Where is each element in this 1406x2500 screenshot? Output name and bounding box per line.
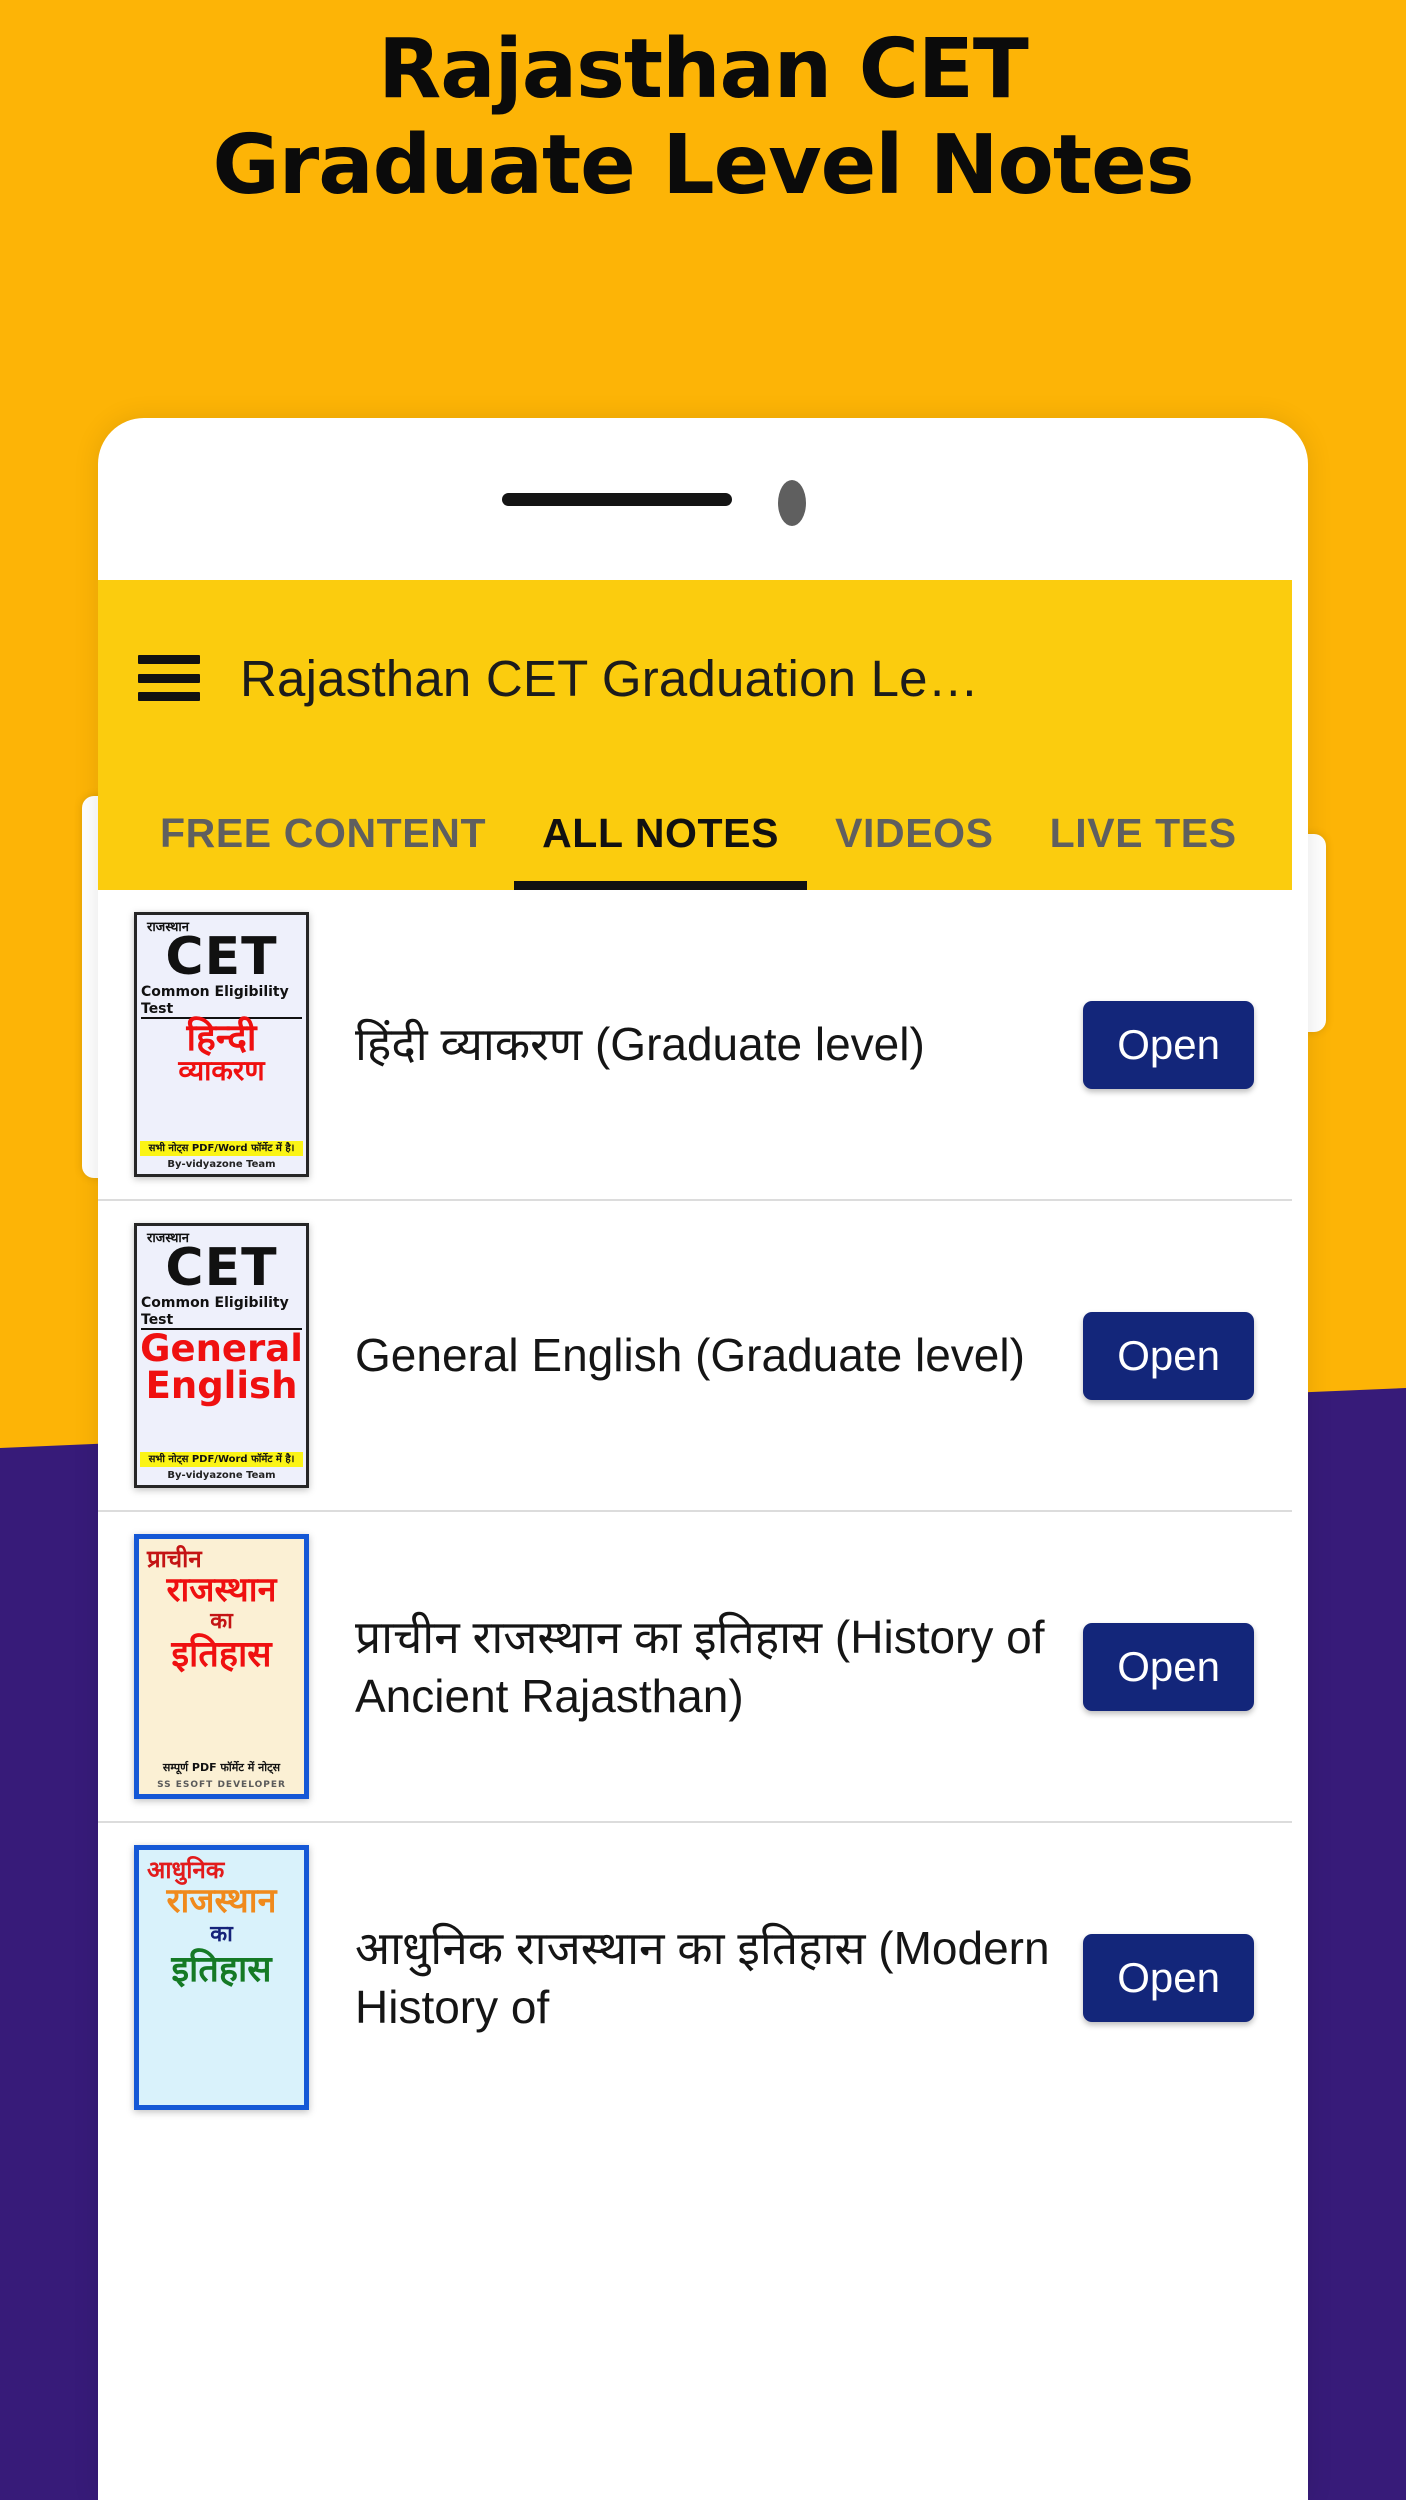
promo-heading: Rajasthan CET Graduate Level Notes: [0, 22, 1406, 214]
note-thumbnail: प्राचीन राजस्थान का इतिहास सम्पूर्ण PDF …: [134, 1534, 309, 1799]
notes-list: राजस्थान CET Common Eligibility Test हिन…: [98, 890, 1292, 2132]
app-bar: Rajasthan CET Graduation Le…: [98, 580, 1292, 776]
thumb-line-3: का: [210, 1609, 233, 1634]
thumb-line-2: राजस्थान: [166, 1570, 277, 1610]
tab-live-test[interactable]: LIVE TES: [1022, 776, 1265, 890]
open-button[interactable]: Open: [1083, 1933, 1254, 2022]
hamburger-menu-icon[interactable]: [138, 655, 200, 701]
thumb-red-line-2: व्याकरण: [178, 1054, 265, 1088]
thumb-credit: By-vidyazone Team: [167, 1470, 276, 1481]
thumb-line-3: का: [210, 1922, 233, 1947]
thumb-line-4: इतिहास: [171, 1634, 272, 1675]
thumb-line-2: राजस्थान: [166, 1881, 277, 1921]
thumb-subtitle: Common Eligibility Test: [141, 1295, 302, 1331]
note-title: General English (Graduate level): [355, 1329, 1025, 1382]
thumb-banner: सभी नोट्स PDF/Word फॉर्मेट में है।: [140, 1452, 303, 1467]
thumb-banner: सभी नोट्स PDF/Word फॉर्मेट में है।: [140, 1141, 303, 1156]
tab-all-notes[interactable]: ALL NOTES: [514, 776, 808, 890]
list-item[interactable]: प्राचीन राजस्थान का इतिहास सम्पूर्ण PDF …: [98, 1512, 1292, 1823]
open-button[interactable]: Open: [1083, 1311, 1254, 1400]
promo-heading-line-2: Graduate Level Notes: [212, 118, 1194, 213]
note-title: प्राचीन राजस्थान का इतिहास (History of A…: [355, 1610, 1045, 1722]
phone-speaker-icon: [502, 493, 732, 506]
list-item[interactable]: राजस्थान CET Common Eligibility Test हिन…: [98, 890, 1292, 1201]
thumb-red-line-2: English: [145, 1364, 298, 1408]
thumb-red-line-1: हिन्दी: [186, 1016, 257, 1060]
list-item[interactable]: आधुनिक राजस्थान का इतिहास आधुनिक राजस्था…: [98, 1823, 1292, 2132]
note-thumbnail: राजस्थान CET Common Eligibility Test Gen…: [134, 1223, 309, 1488]
thumb-red-line-1: General: [140, 1327, 303, 1371]
note-title: आधुनिक राजस्थान का इतिहास (Modern Histor…: [355, 1921, 1050, 2033]
thumb-line-4: इतिहास: [171, 1949, 272, 1990]
thumb-cet-label: CET: [165, 927, 278, 987]
phone-mockup: Rajasthan CET Graduation Le… FREE CONTEN…: [98, 418, 1308, 2500]
thumb-credit: By-vidyazone Team: [167, 1159, 276, 1170]
phone-camera-icon: [778, 480, 806, 526]
thumb-note: सम्पूर्ण PDF फॉर्मेट में नोट्स: [162, 1760, 281, 1774]
thumb-subtitle: Common Eligibility Test: [141, 984, 302, 1020]
phone-screen: Rajasthan CET Graduation Le… FREE CONTEN…: [98, 580, 1292, 2500]
tab-videos[interactable]: VIDEOS: [807, 776, 1022, 890]
note-thumbnail: राजस्थान CET Common Eligibility Test हिन…: [134, 912, 309, 1177]
app-bar-title: Rajasthan CET Graduation Le…: [240, 649, 979, 707]
promo-heading-line-1: Rajasthan CET: [378, 22, 1029, 117]
list-item[interactable]: राजस्थान CET Common Eligibility Test Gen…: [98, 1201, 1292, 1512]
open-button[interactable]: Open: [1083, 1622, 1254, 1711]
note-thumbnail: आधुनिक राजस्थान का इतिहास: [134, 1845, 309, 2110]
thumb-line-1: आधुनिक: [147, 1856, 225, 1884]
thumb-cet-label: CET: [165, 1238, 278, 1298]
thumb-credit: SS ESOFT DEVELOPER: [157, 1780, 286, 1790]
note-title: हिंदी व्याकरण (Graduate level): [355, 1018, 925, 1071]
tab-free-content[interactable]: FREE CONTENT: [132, 776, 514, 890]
tab-bar: FREE CONTENT ALL NOTES VIDEOS LIVE TES: [98, 776, 1292, 890]
open-button[interactable]: Open: [1083, 1000, 1254, 1089]
thumb-line-1: प्राचीन: [147, 1545, 202, 1573]
